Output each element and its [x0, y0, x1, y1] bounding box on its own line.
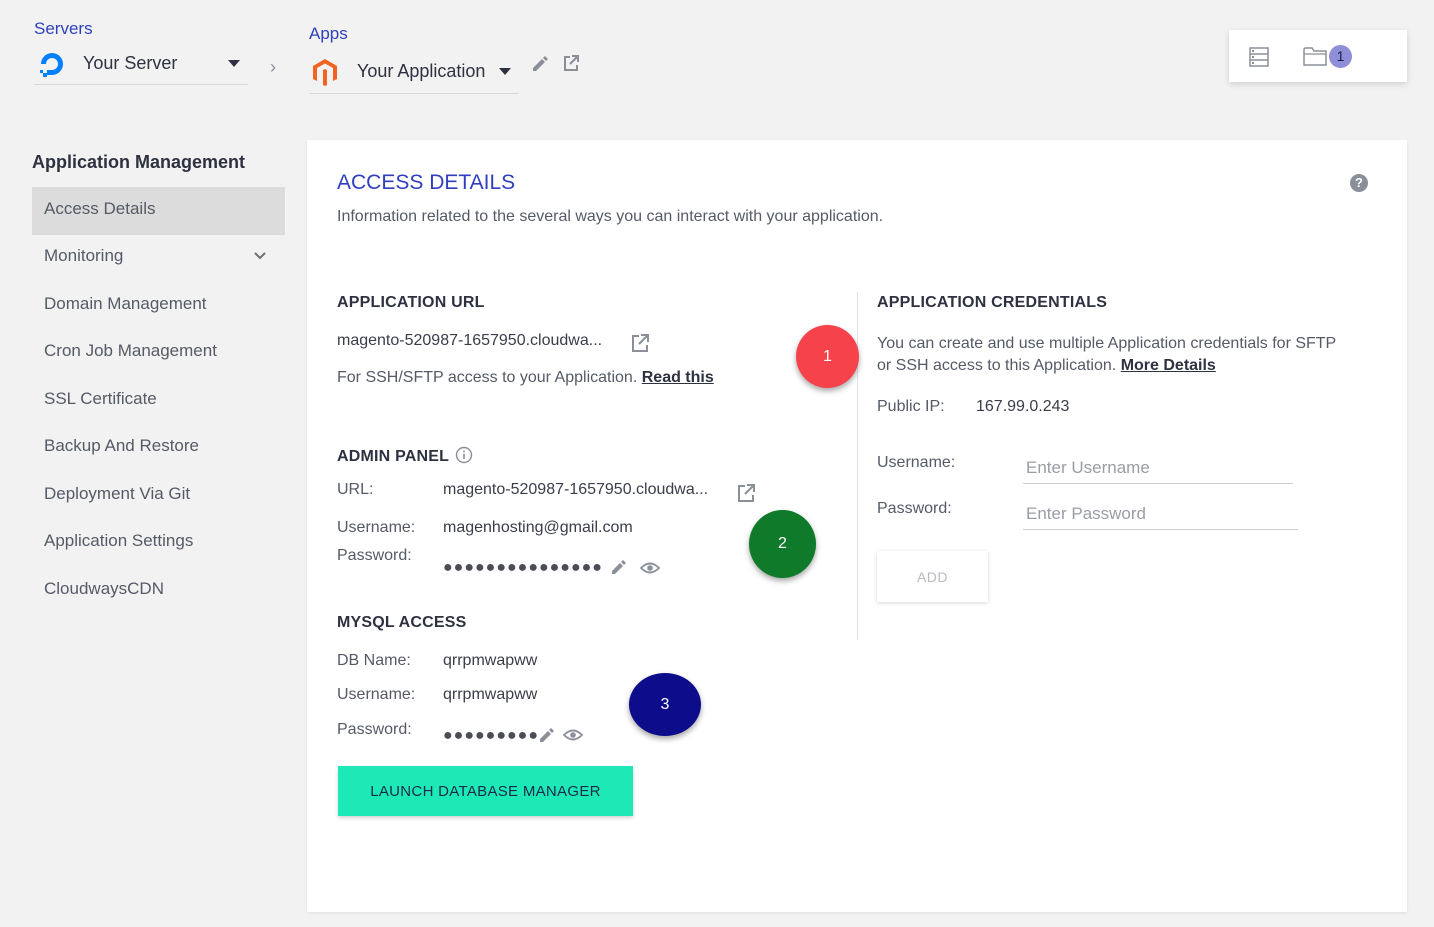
- admin-password-label: Password:: [337, 547, 412, 564]
- external-link-icon[interactable]: [735, 482, 757, 504]
- access-details-panel: ACCESS DETAILS Information related to th…: [307, 140, 1407, 912]
- chevron-down-icon[interactable]: [499, 68, 511, 75]
- admin-username-label: Username:: [337, 519, 416, 536]
- eye-icon[interactable]: [640, 561, 660, 575]
- credentials-title: APPLICATION CREDENTIALS: [877, 294, 1108, 311]
- cred-password-input[interactable]: [1023, 498, 1298, 529]
- chevron-down-icon[interactable]: [228, 60, 240, 67]
- launch-database-manager-button[interactable]: LAUNCH DATABASE MANAGER: [338, 766, 633, 816]
- app-url-title: APPLICATION URL: [337, 294, 485, 311]
- ssh-info-text: For SSH/SFTP access to your Application.: [337, 369, 638, 386]
- cred-password-field-wrap: [1023, 498, 1298, 530]
- external-link-icon[interactable]: [629, 332, 651, 354]
- sidebar-item-cron-job-management[interactable]: Cron Job Management: [32, 330, 285, 378]
- read-this-link[interactable]: Read this: [642, 369, 714, 386]
- app-name: Your Application: [357, 61, 486, 81]
- db-password-label: Password:: [337, 721, 412, 738]
- sidebar-item-label: Backup And Restore: [44, 436, 199, 455]
- public-ip-label: Public IP:: [877, 398, 945, 415]
- admin-username-value: magenhosting@gmail.com: [443, 519, 633, 536]
- admin-panel-title: ADMIN PANEL: [337, 448, 450, 465]
- pencil-icon[interactable]: [610, 559, 627, 576]
- app-selector: Apps Your Application: [309, 24, 519, 94]
- more-details-link[interactable]: More Details: [1121, 357, 1216, 374]
- sidebar-item-label: Application Settings: [44, 531, 194, 550]
- chevron-down-icon[interactable]: [253, 249, 267, 263]
- page-title: ACCESS DETAILS: [337, 171, 516, 194]
- sidebar-item-cloudwayscdn[interactable]: CloudwaysCDN: [32, 568, 285, 616]
- notification-badge[interactable]: 1: [1329, 45, 1352, 68]
- server-list-icon[interactable]: [1249, 47, 1269, 67]
- admin-url-link[interactable]: magento-520987-1657950.cloudwa...: [443, 481, 708, 499]
- add-credential-button[interactable]: ADD: [877, 551, 988, 602]
- annotation-marker-2: 2: [749, 510, 816, 578]
- page-description: Information related to the several ways …: [337, 208, 884, 225]
- cred-username-label: Username:: [877, 454, 956, 471]
- chevron-right-icon: ›: [270, 57, 276, 77]
- db-name-label: DB Name:: [337, 652, 411, 669]
- eye-icon[interactable]: [563, 728, 583, 742]
- annotation-marker-1: 1: [796, 325, 859, 388]
- app-url-link[interactable]: magento-520987-1657950.cloudwa...: [337, 332, 602, 350]
- server-name: Your Server: [83, 53, 178, 73]
- sidebar-item-access-details[interactable]: Access Details: [32, 187, 285, 235]
- app-dropdown[interactable]: Your Application: [309, 54, 519, 94]
- servers-label: Servers: [34, 19, 93, 38]
- db-name-value: qrrpmwapww: [443, 652, 538, 669]
- apps-label: Apps: [309, 24, 348, 43]
- top-actions: 1: [1229, 30, 1407, 82]
- sidebar-item-label: Monitoring: [44, 246, 124, 265]
- db-username-label: Username:: [337, 686, 416, 703]
- column-divider: [857, 292, 858, 640]
- sidebar-item-backup-and-restore[interactable]: Backup And Restore: [32, 425, 285, 473]
- sidebar-item-ssl-certificate[interactable]: SSL Certificate: [32, 378, 285, 426]
- info-icon[interactable]: [455, 446, 473, 464]
- sidebar-item-label: SSL Certificate: [44, 388, 157, 408]
- pencil-icon[interactable]: [530, 53, 550, 73]
- ssh-info: For SSH/SFTP access to your Application.…: [337, 369, 714, 387]
- server-dropdown[interactable]: Your Server: [34, 47, 248, 85]
- sidebar-nav: Access Details Monitoring Domain Managem…: [32, 187, 285, 615]
- sidebar-title: Application Management: [32, 152, 246, 172]
- sidebar-item-monitoring[interactable]: Monitoring: [32, 235, 285, 283]
- admin-password-mask: ●●●●●●●●●●●●●●●: [443, 559, 603, 576]
- sidebar-item-label: Domain Management: [44, 293, 207, 313]
- help-icon[interactable]: ?: [1350, 174, 1368, 192]
- credentials-desc-line1: You can create and use multiple Applicat…: [877, 335, 1337, 352]
- folder-icon[interactable]: [1303, 46, 1327, 66]
- cred-username-field-wrap: [1023, 452, 1293, 484]
- annotation-marker-3: 3: [629, 673, 701, 736]
- pencil-icon[interactable]: [538, 727, 555, 744]
- cred-username-input[interactable]: [1023, 452, 1293, 483]
- sidebar-item-label: Deployment Via Git: [44, 483, 191, 503]
- sidebar-item-label: CloudwaysCDN: [44, 578, 164, 598]
- cred-password-label: Password:: [877, 500, 952, 517]
- admin-url-label: URL:: [337, 481, 374, 498]
- sidebar-item-label: Cron Job Management: [44, 341, 217, 360]
- magento-icon: [313, 58, 337, 86]
- sidebar-item-label: Access Details: [44, 199, 156, 218]
- credentials-desc-text: or SSH access to this Application.: [877, 357, 1117, 374]
- credentials-desc-line2: or SSH access to this Application. More …: [877, 357, 1216, 375]
- public-ip-value: 167.99.0.243: [976, 398, 1070, 415]
- db-password-mask: ●●●●●●●●●: [443, 727, 539, 744]
- server-selector: Servers Your Server: [34, 19, 248, 85]
- sidebar-item-deployment-via-git[interactable]: Deployment Via Git: [32, 473, 285, 521]
- db-username-value: qrrpmwapww: [443, 686, 538, 703]
- sidebar-item-domain-management[interactable]: Domain Management: [32, 283, 285, 331]
- mysql-title: MYSQL ACCESS: [337, 614, 467, 631]
- external-link-icon[interactable]: [561, 53, 581, 73]
- digitalocean-icon: [40, 52, 63, 77]
- sidebar-item-application-settings[interactable]: Application Settings: [32, 520, 285, 568]
